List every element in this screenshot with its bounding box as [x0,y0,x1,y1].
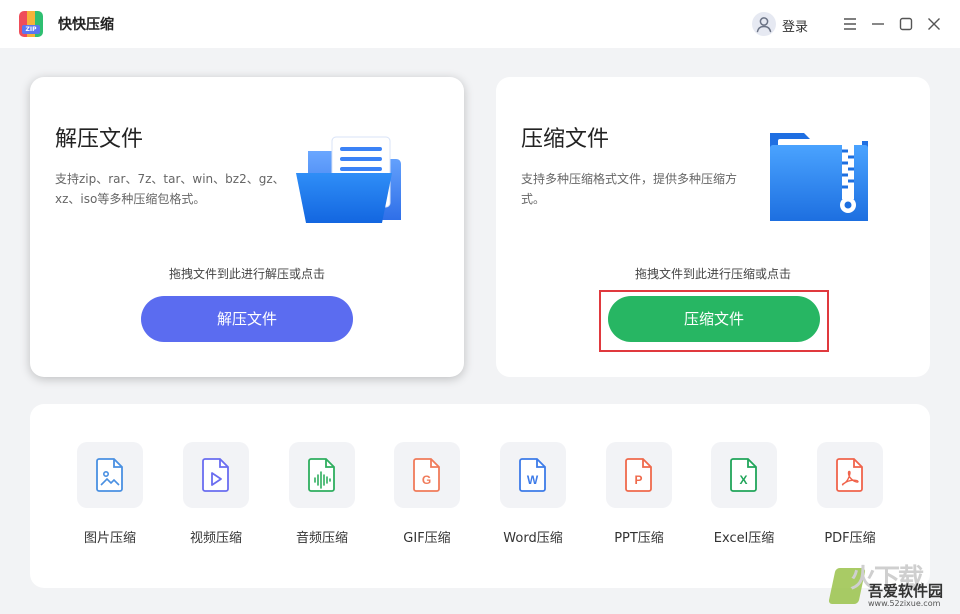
watermark-name: 吾爱软件园 [868,582,944,600]
menu-icon[interactable] [840,14,860,34]
compress-title: 压缩文件 [521,127,610,152]
word-file-icon: W [500,442,566,508]
app-logo-text: ZIP [22,25,40,34]
tool-label: 音频压缩 [295,531,348,546]
tool-label: GIF压缩 [403,531,451,546]
tools-panel: 图片压缩 视频压缩 音频压缩 G GIF压缩 W Word压缩 P PPT压缩 … [30,404,930,588]
pdf-file-icon [817,442,883,508]
compress-description: 支持多种压缩格式文件，提供多种压缩方式。 [521,172,738,206]
tool-label: Excel压缩 [713,531,775,546]
tool-video-compress[interactable]: 视频压缩 [166,442,266,546]
decompress-description: 支持zip、rar、7z、tar、win、bz2、gz、xz、iso等多种压缩包… [55,172,285,206]
decompress-title: 解压文件 [55,127,144,152]
user-avatar-icon[interactable] [752,12,776,36]
ppt-file-icon: P [606,442,672,508]
watermark-logo: 火下载 吾爱软件园 www.52zixue.com [828,558,956,610]
open-folder-icon [294,133,412,231]
app-logo-icon: ZIP [19,11,43,37]
minimize-icon[interactable] [868,14,888,34]
tool-label: PDF压缩 [824,531,876,546]
tool-excel-compress[interactable]: X Excel压缩 [694,442,794,546]
compress-hint: 拖拽文件到此进行压缩或点击 [634,267,791,281]
app-title: 快快压缩 [58,17,114,33]
tool-image-compress[interactable]: 图片压缩 [60,442,160,546]
compress-card[interactable]: 压缩文件 支持多种压缩格式文件，提供多种压缩方式。 拖拽文件到此进行压缩或点击 … [496,77,930,377]
title-bar: ZIP 快快压缩 登录 [0,0,960,48]
word-icon-letter: W [527,473,539,487]
gif-icon-letter: G [422,473,431,487]
gif-file-icon: G [394,442,460,508]
excel-icon-letter: X [739,473,747,487]
tool-gif-compress[interactable]: G GIF压缩 [377,442,477,546]
tool-label: 视频压缩 [189,531,242,546]
watermark-url: www.52zixue.com [868,599,941,608]
tool-label: PPT压缩 [614,531,664,546]
decompress-card[interactable]: 解压文件 支持zip、rar、7z、tar、win、bz2、gz、xz、iso等… [30,77,464,377]
decompress-button[interactable]: 解压文件 [141,296,353,342]
ppt-icon-letter: P [634,473,642,487]
tool-word-compress[interactable]: W Word压缩 [483,442,583,546]
zip-folder-icon [768,125,872,227]
video-file-icon [183,442,249,508]
image-file-icon [77,442,143,508]
compress-button[interactable]: 压缩文件 [608,296,820,342]
tool-ppt-compress[interactable]: P PPT压缩 [589,442,689,546]
tool-pdf-compress[interactable]: PDF压缩 [800,442,900,546]
login-button[interactable]: 登录 [782,16,808,35]
decompress-hint: 拖拽文件到此进行解压或点击 [168,267,325,281]
close-icon[interactable] [924,14,944,34]
excel-file-icon: X [711,442,777,508]
tool-audio-compress[interactable]: 音频压缩 [272,442,372,546]
audio-file-icon [289,442,355,508]
maximize-icon[interactable] [896,14,916,34]
tool-label: 图片压缩 [83,531,136,546]
tool-label: Word压缩 [503,531,563,546]
